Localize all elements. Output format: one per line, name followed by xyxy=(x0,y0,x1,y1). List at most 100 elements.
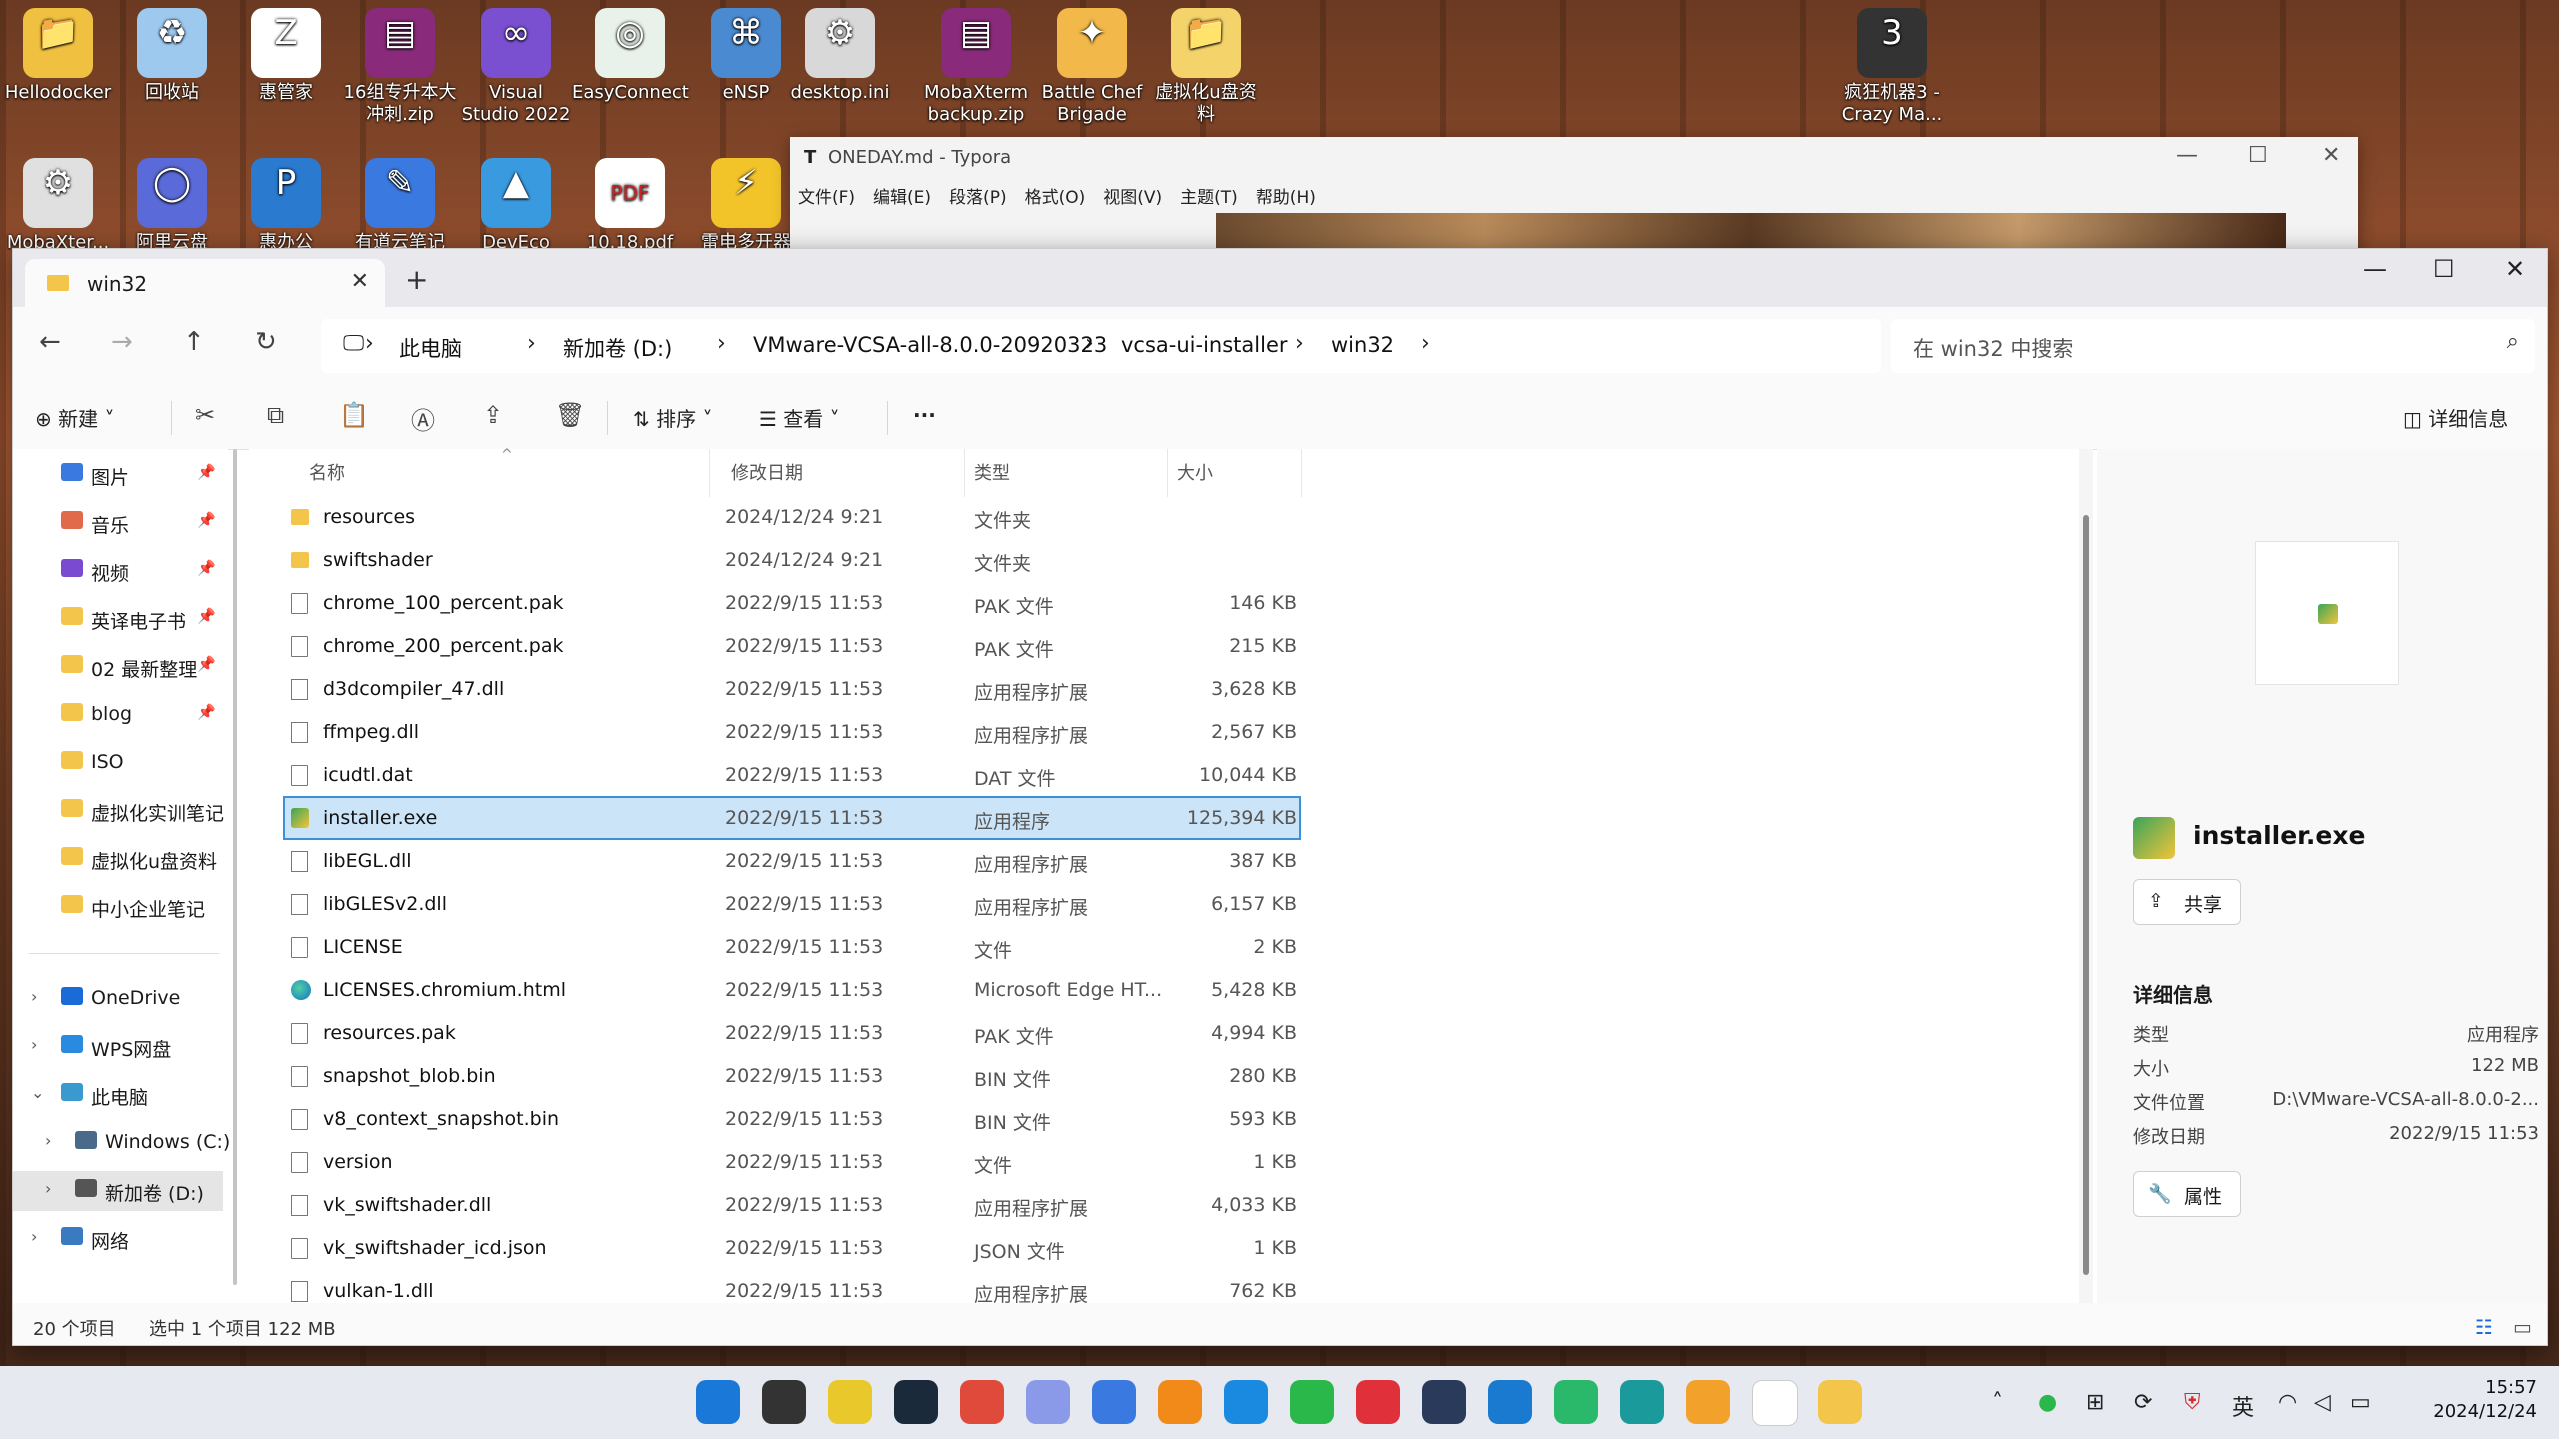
sidebar-tree-item[interactable]: › 网络 xyxy=(13,1219,223,1259)
clock[interactable]: 15:57 2024/12/24 xyxy=(2433,1376,2537,1424)
taskbar-file-explorer-icon[interactable] xyxy=(1818,1380,1862,1424)
taskbar-app-dark-icon[interactable] xyxy=(894,1380,938,1424)
desktop-icon[interactable]: ▤ 16组专升本大冲刺.zip xyxy=(342,8,458,126)
new-tab-button[interactable]: + xyxy=(405,263,428,296)
sidebar-item[interactable]: 虚拟化实训笔记 xyxy=(13,791,224,831)
wechat-tray-icon[interactable]: ● xyxy=(2038,1390,2057,1415)
copy-icon[interactable]: ⧉ xyxy=(267,401,284,429)
properties-button[interactable]: 🔧 属性 xyxy=(2133,1171,2241,1217)
desktop-icon[interactable]: ∞ Visual Studio 2022 xyxy=(458,8,574,126)
details-pane-button[interactable]: ◫ 详细信息 xyxy=(2403,403,2508,432)
typora-menu-item[interactable]: 帮助(H) xyxy=(1256,188,1316,208)
file-row[interactable]: installer.exe 2022/9/15 11:53 应用程序 125,394 … xyxy=(283,796,1301,840)
up-arrow-icon[interactable]: ↑ xyxy=(183,327,205,357)
typora-maximize-button[interactable]: ☐ xyxy=(2248,143,2268,168)
taskbar-app-note-icon[interactable] xyxy=(1092,1380,1136,1424)
breadcrumb-item[interactable]: 此电脑 xyxy=(399,333,462,363)
expand-chevron-icon[interactable]: › xyxy=(31,1227,37,1246)
sidebar-item[interactable]: blog 📌 xyxy=(13,695,223,735)
column-header-name[interactable]: 名称 xyxy=(309,459,345,485)
file-row[interactable]: ffmpeg.dll 2022/9/15 11:53 应用程序扩展 2,567 KB xyxy=(285,712,1299,752)
sort-button[interactable]: ⇅ 排序 ˅ xyxy=(633,403,712,432)
desktop-icon[interactable]: PDF 10.18.pdf xyxy=(572,158,688,254)
file-row[interactable]: chrome_100_percent.pak 2022/9/15 11:53 PAK… xyxy=(285,583,1299,623)
file-row[interactable]: libEGL.dll 2022/9/15 11:53 应用程序扩展 387 KB xyxy=(285,841,1299,881)
tab-win32[interactable]: win32 ✕ xyxy=(25,259,385,307)
sidebar-tree-item[interactable]: › OneDrive xyxy=(13,979,223,1019)
sidebar-tree-item[interactable]: › Windows (C:) xyxy=(13,1123,230,1163)
breadcrumb-item[interactable]: vcsa-ui-installer xyxy=(1121,333,1288,357)
delete-icon[interactable]: 🗑 xyxy=(555,401,585,429)
column-divider[interactable] xyxy=(964,449,965,497)
desktop-icon[interactable]: ◎ EasyConnect xyxy=(572,8,689,104)
forward-arrow-icon[interactable]: → xyxy=(111,327,133,357)
cut-icon[interactable]: ✂ xyxy=(195,401,215,429)
file-row[interactable]: snapshot_blob.bin 2022/9/15 11:53 BIN 文件 28… xyxy=(285,1056,1299,1096)
file-row[interactable]: libGLESv2.dll 2022/9/15 11:53 应用程序扩展 6,157 … xyxy=(285,884,1299,924)
file-row[interactable]: chrome_200_percent.pak 2022/9/15 11:53 PAK… xyxy=(285,626,1299,666)
sync-icon[interactable]: ⟳ xyxy=(2134,1390,2152,1415)
file-row[interactable]: d3dcompiler_47.dll 2022/9/15 11:53 应用程序扩展 3… xyxy=(285,669,1299,709)
expand-chevron-icon[interactable]: › xyxy=(31,987,37,1006)
taskbar-edge-icon[interactable] xyxy=(1620,1380,1664,1424)
breadcrumb-item[interactable]: 新加卷 (D:) xyxy=(563,333,672,363)
file-row[interactable]: icudtl.dat 2022/9/15 11:53 DAT 文件 10,044 KB xyxy=(285,755,1299,795)
close-tab-icon[interactable]: ✕ xyxy=(351,269,369,294)
volume-icon[interactable]: ◁ xyxy=(2314,1390,2331,1415)
column-divider[interactable] xyxy=(1167,449,1168,497)
taskbar-netease-icon[interactable] xyxy=(1356,1380,1400,1424)
new-button[interactable]: ⊕ 新建 ˅ xyxy=(35,403,114,432)
file-row[interactable]: v8_context_snapshot.bin 2022/9/15 11:53 BI… xyxy=(285,1099,1299,1139)
desktop-icon[interactable]: ⚙ MobaXter... xyxy=(0,158,116,254)
column-header-type[interactable]: 类型 xyxy=(974,459,1010,485)
breadcrumb-chevron-icon[interactable]: › xyxy=(717,331,726,356)
view-button[interactable]: ☰ 查看 ˅ xyxy=(759,403,840,432)
taskbar-app-cloud-icon[interactable] xyxy=(1026,1380,1070,1424)
sidebar-item[interactable]: 英译电子书 📌 xyxy=(13,599,223,639)
taskbar-app-circle-icon[interactable] xyxy=(1422,1380,1466,1424)
typora-menu-item[interactable]: 视图(V) xyxy=(1103,188,1162,208)
breadcrumb-item[interactable]: win32 xyxy=(1331,333,1394,357)
details-view-icon[interactable]: ☷ xyxy=(2475,1315,2493,1339)
typora-minimize-button[interactable]: — xyxy=(2176,143,2198,168)
desktop-icon[interactable]: P 惠办公 xyxy=(228,158,344,254)
tiles-view-icon[interactable]: ▭ xyxy=(2513,1315,2532,1339)
breadcrumb-chevron-icon[interactable]: › xyxy=(527,331,536,356)
paste-icon[interactable]: 📋 xyxy=(339,401,369,429)
file-list-scrollbar[interactable] xyxy=(2079,449,2093,1303)
expand-chevron-icon[interactable]: › xyxy=(45,1131,51,1150)
breadcrumb-chevron-icon[interactable]: › xyxy=(365,331,374,356)
taskbar-app-x-icon[interactable] xyxy=(1554,1380,1598,1424)
expand-chevron-icon[interactable]: › xyxy=(31,1035,37,1054)
desktop-icon[interactable]: ⚡ 雷电多开器 xyxy=(688,158,804,254)
address-bar[interactable]: 🖵 › › › › › › 此电脑 新加卷 (D:) VMware-VCSA-all-8.0.0… xyxy=(321,319,1881,373)
taskbar-vscode-icon[interactable] xyxy=(1488,1380,1532,1424)
breadcrumb-chevron-icon[interactable]: › xyxy=(1295,331,1304,356)
sidebar-tree-item[interactable]: › 新加卷 (D:) xyxy=(13,1171,223,1211)
desktop-icon[interactable]: ▲ DevEco xyxy=(458,158,574,254)
expand-chevron-icon[interactable]: ⌄ xyxy=(31,1083,44,1102)
desktop-icon[interactable]: 3 疯狂机器3 - Crazy Ma... xyxy=(1834,8,1950,126)
file-row[interactable]: resources.pak 2022/9/15 11:53 PAK 文件 4,994 … xyxy=(285,1013,1299,1053)
taskbar-wechat-icon[interactable] xyxy=(1290,1380,1334,1424)
desktop-icon[interactable]: ⚙ desktop.ini xyxy=(782,8,898,104)
desktop-icon[interactable]: 📁 虚拟化u盘资料 xyxy=(1148,8,1264,126)
search-input[interactable]: 在 win32 中搜索 xyxy=(1913,333,2073,363)
taskbar-app-yellow-icon[interactable] xyxy=(828,1380,872,1424)
taskbar-app-star-icon[interactable] xyxy=(1224,1380,1268,1424)
file-row[interactable]: version 2022/9/15 11:53 文件 1 KB xyxy=(285,1142,1299,1182)
wifi-icon[interactable]: ◠ xyxy=(2278,1390,2297,1415)
refresh-icon[interactable]: ↻ xyxy=(255,327,277,357)
file-row[interactable]: vk_swiftshader.dll 2022/9/15 11:53 应用程序扩展 4… xyxy=(285,1185,1299,1225)
expand-chevron-icon[interactable]: › xyxy=(45,1179,51,1198)
sidebar-item[interactable]: 02 最新整理 📌 xyxy=(13,647,223,687)
battery-icon[interactable]: ▭ xyxy=(2350,1390,2371,1415)
desktop-icon[interactable]: ♻ 回收站 xyxy=(114,8,230,104)
taskbar-app-search-icon[interactable] xyxy=(1158,1380,1202,1424)
column-header-size[interactable]: 大小 xyxy=(1177,459,1213,485)
tray-app-icon[interactable]: ⊞ xyxy=(2086,1390,2104,1415)
search-box[interactable]: 在 win32 中搜索 ⌕ xyxy=(1891,319,2535,373)
typora-menu-item[interactable]: 段落(P) xyxy=(949,188,1007,208)
file-row[interactable]: LICENSES.chromium.html 2022/9/15 11:53 Mic… xyxy=(285,970,1299,1010)
close-button[interactable]: ✕ xyxy=(2505,255,2525,283)
